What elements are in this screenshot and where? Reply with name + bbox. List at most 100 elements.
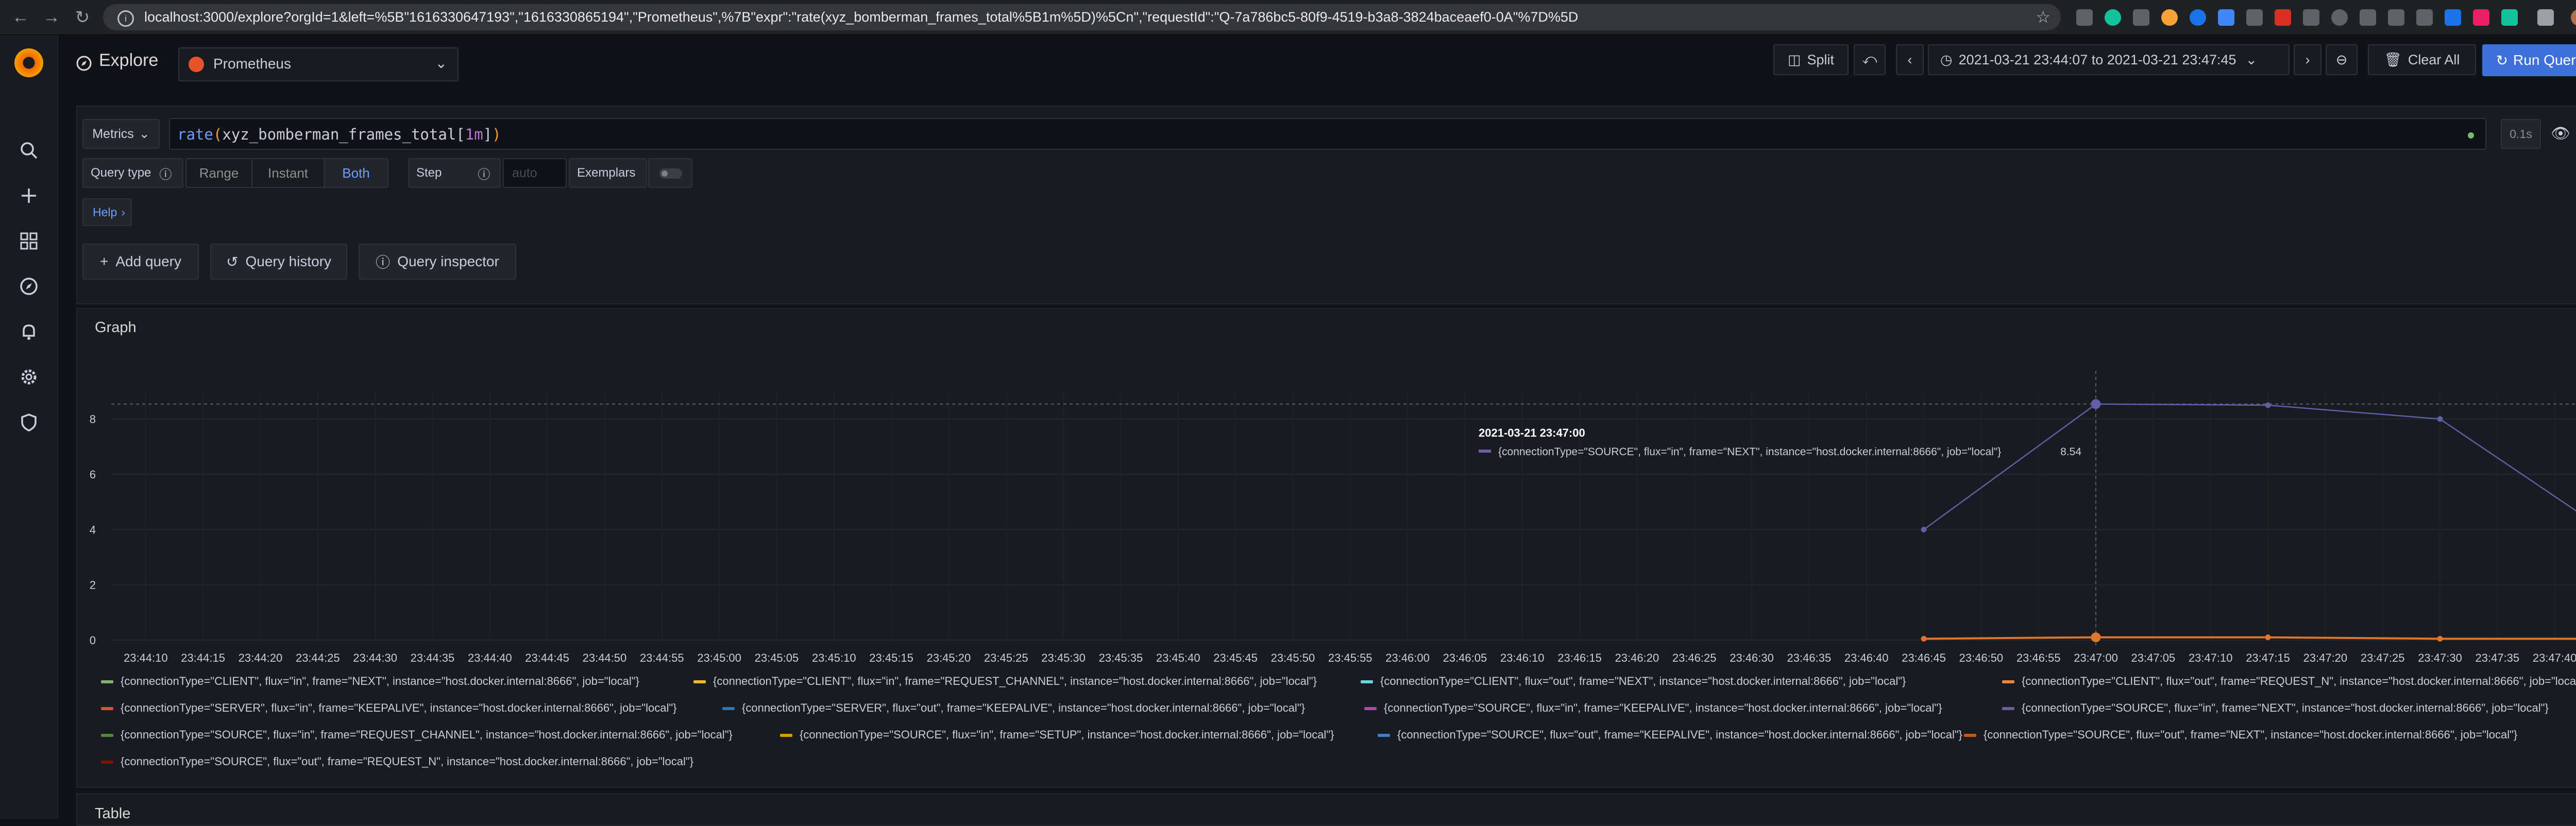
extension-icon[interactable] bbox=[2445, 9, 2461, 26]
extension-icon[interactable] bbox=[2388, 9, 2404, 26]
add-query-button[interactable]: + Add query bbox=[82, 244, 199, 280]
y-tick-label: 2 bbox=[90, 579, 96, 592]
x-tick-label: 23:46:15 bbox=[1557, 651, 1602, 664]
extension-icon[interactable] bbox=[2246, 9, 2263, 26]
extension-icon[interactable] bbox=[2416, 9, 2433, 26]
clear-all-label: Clear All bbox=[2408, 51, 2460, 67]
query-history-button[interactable]: ↺ Query history bbox=[210, 244, 347, 280]
query-expression[interactable]: rate(xyz_bomberman_frames_total[1m]) bbox=[177, 126, 501, 143]
legend-item[interactable]: {connectionType="SOURCE", flux="in", fra… bbox=[101, 728, 733, 742]
query-row: Metrics ⌄ rate(xyz_bomberman_frames_total… bbox=[82, 118, 2576, 150]
legend-label: {connectionType="SOURCE", flux="in", fra… bbox=[1384, 701, 1942, 714]
clear-all-button[interactable]: 🗑 Clear All bbox=[2368, 44, 2476, 75]
query-type-range[interactable]: Range bbox=[185, 158, 252, 188]
legend-item[interactable]: {connectionType="SERVER", flux="in", fra… bbox=[101, 701, 677, 715]
legend-item[interactable]: {connectionType="SOURCE", flux="out", fr… bbox=[1378, 728, 1962, 742]
query-metric: xyz_bomberman_frames_total bbox=[222, 126, 456, 143]
x-tick-label: 23:45:00 bbox=[697, 651, 741, 664]
address-bar[interactable]: i localhost:3000/explore?orgId=1&left=%5… bbox=[103, 4, 2061, 30]
step-input[interactable]: auto bbox=[503, 158, 567, 188]
query-inspector-button[interactable]: ⓘ Query inspector bbox=[359, 244, 516, 280]
x-tick-label: 23:47:40 bbox=[2533, 651, 2576, 664]
bell-icon[interactable] bbox=[19, 321, 39, 342]
split-icon: ◫ bbox=[1787, 51, 1801, 67]
x-tick-label: 23:45:30 bbox=[1041, 651, 1086, 664]
y-tick-label: 6 bbox=[90, 468, 96, 481]
extension-icon[interactable] bbox=[2190, 9, 2206, 26]
metrics-browser-button[interactable]: Metrics ⌄ bbox=[82, 119, 160, 149]
extension-icon[interactable] bbox=[2218, 9, 2234, 26]
chevron-right-icon: › bbox=[121, 205, 125, 219]
time-range-picker[interactable]: ◷ 2021-03-21 23:44:07 to 2021-03-21 23:47… bbox=[1928, 44, 2290, 75]
query-type-label: Query type ⓘ bbox=[82, 158, 183, 188]
extension-icon[interactable] bbox=[2076, 9, 2093, 26]
extension-icon[interactable] bbox=[2105, 9, 2121, 26]
grafana-logo[interactable] bbox=[14, 48, 43, 77]
chevron-right-icon: › bbox=[2305, 51, 2310, 67]
x-tick-label: 23:46:40 bbox=[1844, 651, 1889, 664]
x-tick-label: 23:47:30 bbox=[2418, 651, 2462, 664]
extension-icon[interactable] bbox=[2275, 9, 2291, 26]
info-icon: ⓘ bbox=[159, 167, 172, 182]
zoom-out-button[interactable]: ⊖ bbox=[2326, 44, 2358, 75]
exemplars-toggle[interactable] bbox=[648, 158, 692, 188]
time-back-button[interactable]: ‹ bbox=[1896, 44, 1924, 75]
legend-item[interactable]: {connectionType="CLIENT", flux="out", fr… bbox=[1361, 675, 1906, 688]
legend-label: {connectionType="SOURCE", flux="out", fr… bbox=[1984, 728, 2518, 741]
info-icon: ⓘ bbox=[376, 254, 391, 270]
x-tick-label: 23:46:55 bbox=[2016, 651, 2061, 664]
compass-icon[interactable] bbox=[19, 276, 39, 297]
legend-item[interactable]: {connectionType="SOURCE", flux="in", fra… bbox=[780, 728, 1334, 742]
query-editor-panel: Metrics ⌄ rate(xyz_bomberman_frames_total… bbox=[76, 106, 2576, 304]
extension-icon[interactable] bbox=[2303, 9, 2319, 26]
split-button[interactable]: ◫ Split bbox=[1773, 44, 1849, 75]
legend-item[interactable]: {connectionType="CLIENT", flux="in", fra… bbox=[101, 675, 639, 688]
plus-icon[interactable] bbox=[19, 185, 39, 206]
extension-icon[interactable] bbox=[2360, 9, 2376, 26]
reload-icon[interactable]: ↻ bbox=[72, 7, 93, 28]
legend-item[interactable]: {connectionType="CLIENT", flux="out", fr… bbox=[2002, 675, 2576, 688]
legend-item[interactable]: {connectionType="SOURCE", flux="out", fr… bbox=[1964, 728, 2517, 742]
x-tick-label: 23:45:15 bbox=[869, 651, 913, 664]
extension-icon[interactable] bbox=[2331, 9, 2348, 26]
share-icon: ⤺ bbox=[1862, 51, 1877, 67]
time-forward-button[interactable]: › bbox=[2294, 44, 2321, 75]
extension-icon[interactable] bbox=[2133, 9, 2149, 26]
extensions-puzzle-icon[interactable] bbox=[2537, 9, 2554, 26]
y-tick-label: 4 bbox=[90, 523, 96, 536]
query-input[interactable]: rate(xyz_bomberman_frames_total[1m]) bbox=[169, 118, 2486, 150]
x-tick-label: 23:47:35 bbox=[2476, 651, 2520, 664]
close-bracket: ] bbox=[483, 126, 493, 143]
side-menu bbox=[0, 35, 58, 819]
query-type-both[interactable]: Both bbox=[324, 158, 388, 188]
datasource-picker[interactable]: Prometheus ⌄ bbox=[178, 47, 459, 81]
extension-icon[interactable] bbox=[2473, 9, 2489, 26]
back-icon[interactable]: ← bbox=[10, 7, 31, 28]
url-text[interactable]: localhost:3000/explore?orgId=1&left=%5B"… bbox=[144, 9, 1819, 25]
extension-icon[interactable] bbox=[2161, 9, 2178, 26]
eye-icon[interactable]: 👁 bbox=[2545, 119, 2576, 149]
legend-item[interactable]: {connectionType="SERVER", flux="out", fr… bbox=[722, 701, 1305, 715]
search-icon[interactable] bbox=[19, 140, 39, 161]
extension-icon[interactable] bbox=[2501, 9, 2518, 26]
legend-item[interactable]: {connectionType="SOURCE", flux="out", fr… bbox=[101, 755, 693, 768]
gear-icon[interactable] bbox=[19, 367, 39, 387]
info-icon[interactable]: i bbox=[117, 10, 134, 27]
x-tick-label: 23:46:00 bbox=[1385, 651, 1430, 664]
share-button[interactable]: ⤺ bbox=[1854, 44, 1886, 75]
shield-icon[interactable] bbox=[19, 412, 39, 433]
forward-icon[interactable]: → bbox=[41, 7, 62, 28]
profile-avatar[interactable] bbox=[2571, 9, 2576, 26]
dashboards-icon[interactable] bbox=[19, 231, 39, 251]
bookmark-star-icon[interactable]: ☆ bbox=[2036, 7, 2050, 27]
legend-item[interactable]: {connectionType="SOURCE", flux="in", fra… bbox=[1364, 701, 1942, 715]
legend-item[interactable]: {connectionType="SOURCE", flux="in", fra… bbox=[2002, 701, 2549, 715]
prometheus-icon bbox=[189, 57, 204, 72]
run-query-button[interactable]: ↻ Run Query bbox=[2482, 44, 2576, 76]
legend-item[interactable]: {connectionType="CLIENT", flux="in", fra… bbox=[693, 675, 1317, 688]
query-type-instant[interactable]: Instant bbox=[251, 158, 325, 188]
help-button[interactable]: Help › bbox=[82, 198, 132, 226]
x-tick-label: 23:44:15 bbox=[181, 651, 225, 664]
x-tick-label: 23:44:35 bbox=[411, 651, 455, 664]
graph-chart[interactable]: 0 2 4 6 8 23:44:10 23:44:15 23:44:20 23:44:25 23:… bbox=[77, 340, 2576, 680]
